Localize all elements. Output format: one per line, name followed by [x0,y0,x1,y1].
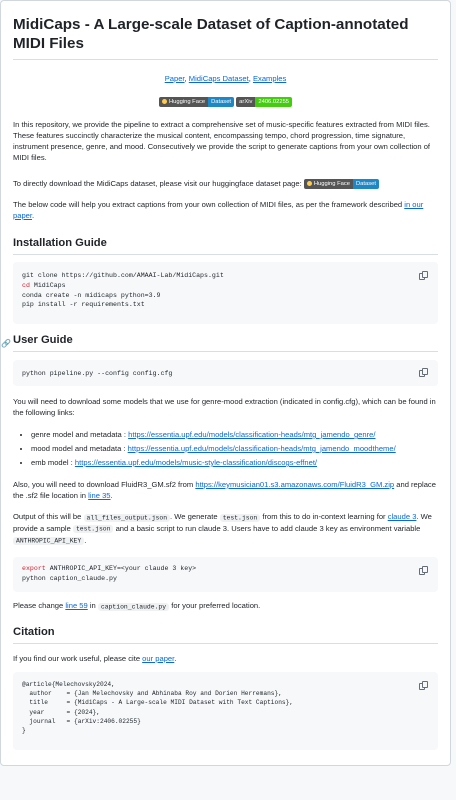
soundfont-paragraph: Also, you will need to download FluidR3_… [13,479,438,501]
inline-code: test.json [72,525,114,534]
change-line-paragraph: Please change line 59 in caption_claude.… [13,600,438,611]
code-line: title = {MidiCaps - A Large-scale MIDI D… [22,699,294,707]
our-paper-link[interactable]: our paper [142,654,174,663]
code-line: year = {2024}, [22,708,100,716]
code-line: git clone https://github.com/AMAAI-Lab/M… [22,272,224,279]
huggingface-dataset-badge[interactable]: Hugging Face Dataset [303,179,379,189]
period: . [84,535,87,545]
examples-link[interactable]: Examples [253,74,286,83]
badge-value: Dataset [352,179,379,189]
list-item: genre model and metadata : https://essen… [31,429,438,440]
user-guide-heading: User Guide [13,334,73,346]
download-paragraph: To directly download the MidiCaps datase… [13,178,438,189]
code-line: MidiCaps [29,281,66,289]
citation-heading: Citation [13,626,55,638]
inline-code: caption_claude.py [97,602,170,611]
huggingface-icon [306,180,312,186]
list-item: mood model and metadata : https://essent… [31,443,438,454]
install-code-block: git clone https://github.com/AMAAI-Lab/M… [13,262,438,324]
arxiv-badge[interactable]: arXiv 2406.02255 [236,97,293,107]
anchor-link-icon[interactable]: 🔗 [1,338,11,350]
copy-icon[interactable] [419,271,428,280]
soundfont-link[interactable]: https://keymusician01.s3.amazonaws.com/F… [195,480,394,489]
list-item-label: genre model and metadata : [31,430,129,439]
badge-value: 2406.02255 [255,97,293,107]
claude-3-link[interactable]: claude 3 [388,512,417,521]
emb-model-link[interactable]: https://essentia.upf.edu/models/music-st… [75,458,317,467]
installation-divider [13,254,438,255]
line-59-link[interactable]: line 59 [65,601,87,610]
claude-code: export ANTHROPIC_API_KEY=<your claude 3 … [13,557,438,584]
period: . [174,654,177,663]
change-text: for your preferred location. [169,601,261,610]
citation-code-block: @article{Melechovsky2024, author = {Jan … [13,672,438,750]
code-keyword: cd [22,281,30,289]
intro-paragraph: In this repository, we provide the pipel… [13,120,431,162]
top-links: Paper, MidiCaps Dataset, Examples [13,73,438,84]
cite-text: If you find our work useful, please cite [13,654,143,663]
code-line: journal = {arXiv:2406.02255} [22,717,141,725]
line-35-link[interactable]: line 35 [88,491,110,500]
badge-label: Hugging Face [168,99,206,105]
inline-code: all_files_output.json [83,513,171,522]
period: . [110,491,113,500]
change-text: in [87,601,98,610]
framework-text: The below code will help you extract cap… [13,200,405,209]
output-text: and a basic script to run claude 3. User… [113,523,421,533]
copy-icon[interactable] [419,681,428,690]
models-list: genre model and metadata : https://essen… [23,429,438,471]
badge-label: Hugging Face [313,181,350,187]
huggingface-badge[interactable]: Hugging Face Dataset [158,97,235,107]
code-line: python caption_claude.py [22,574,117,582]
code-line: } [22,726,26,734]
models-paragraph: You will need to download some models th… [13,397,436,417]
title-divider [13,59,438,60]
list-item-label: mood model and metadata : [31,444,128,453]
genre-model-link[interactable]: https://essentia.upf.edu/models/classifi… [128,430,375,439]
output-text: . We generate [170,512,220,521]
framework-paragraph: The below code will help you extract cap… [13,199,438,221]
code-line: conda create -n midicaps python=3.9 [22,291,161,299]
page-title: MidiCaps - A Large-scale Dataset of Capt… [13,16,409,53]
user-guide-divider [13,351,438,352]
download-text: To directly download the MidiCaps datase… [13,179,302,188]
list-item: emb model : https://essentia.upf.edu/mod… [31,457,438,468]
badge-value: Dataset [208,97,235,107]
install-code: git clone https://github.com/AMAAI-Lab/M… [13,262,438,310]
change-text: Please change [13,601,66,610]
copy-icon[interactable] [419,368,428,377]
soundfont-text: Also, you will need to download FluidR3_… [13,480,196,489]
list-item-label: emb model : [31,458,75,467]
output-text: Output of this will be [13,512,84,521]
citation-divider [13,643,438,644]
inline-code: test.json [219,513,261,522]
dataset-link[interactable]: MidiCaps Dataset [189,74,249,83]
page-background [0,766,456,800]
pipeline-code: python pipeline.py --config config.cfg [22,370,173,377]
output-text: from this to do in-context learning for [260,512,388,521]
copy-icon[interactable] [419,566,428,575]
inline-code: ANTHROPIC_API_KEY [13,537,85,546]
badge-label: arXiv [236,97,256,107]
pipeline-code-block: python pipeline.py --config config.cfg [13,360,438,386]
readme-panel: MidiCaps - A Large-scale Dataset of Capt… [0,0,451,766]
citation-code: @article{Melechovsky2024, author = {Jan … [13,672,438,735]
installation-heading: Installation Guide [13,237,107,249]
code-line: pip install -r requirements.txt [22,301,145,309]
paper-link[interactable]: Paper [165,74,185,83]
claude-code-block: export ANTHROPIC_API_KEY=<your claude 3 … [13,557,438,592]
mood-model-link[interactable]: https://essentia.upf.edu/models/classifi… [128,444,396,453]
huggingface-icon [161,98,167,104]
cite-paragraph: If you find our work useful, please cite… [13,653,438,664]
badge-row: Hugging Face Dataset arXiv 2406.02255 [13,96,438,107]
code-line: @article{Melechovsky2024, [22,681,115,688]
code-keyword: export [22,565,46,572]
period: . [32,211,35,220]
code-line: ANTHROPIC_API_KEY=<your claude 3 key> [45,565,197,572]
code-line: author = {Jan Melechovsky and Abhinaba R… [22,690,282,698]
output-paragraph: Output of this will be all_files_output.… [13,511,438,547]
